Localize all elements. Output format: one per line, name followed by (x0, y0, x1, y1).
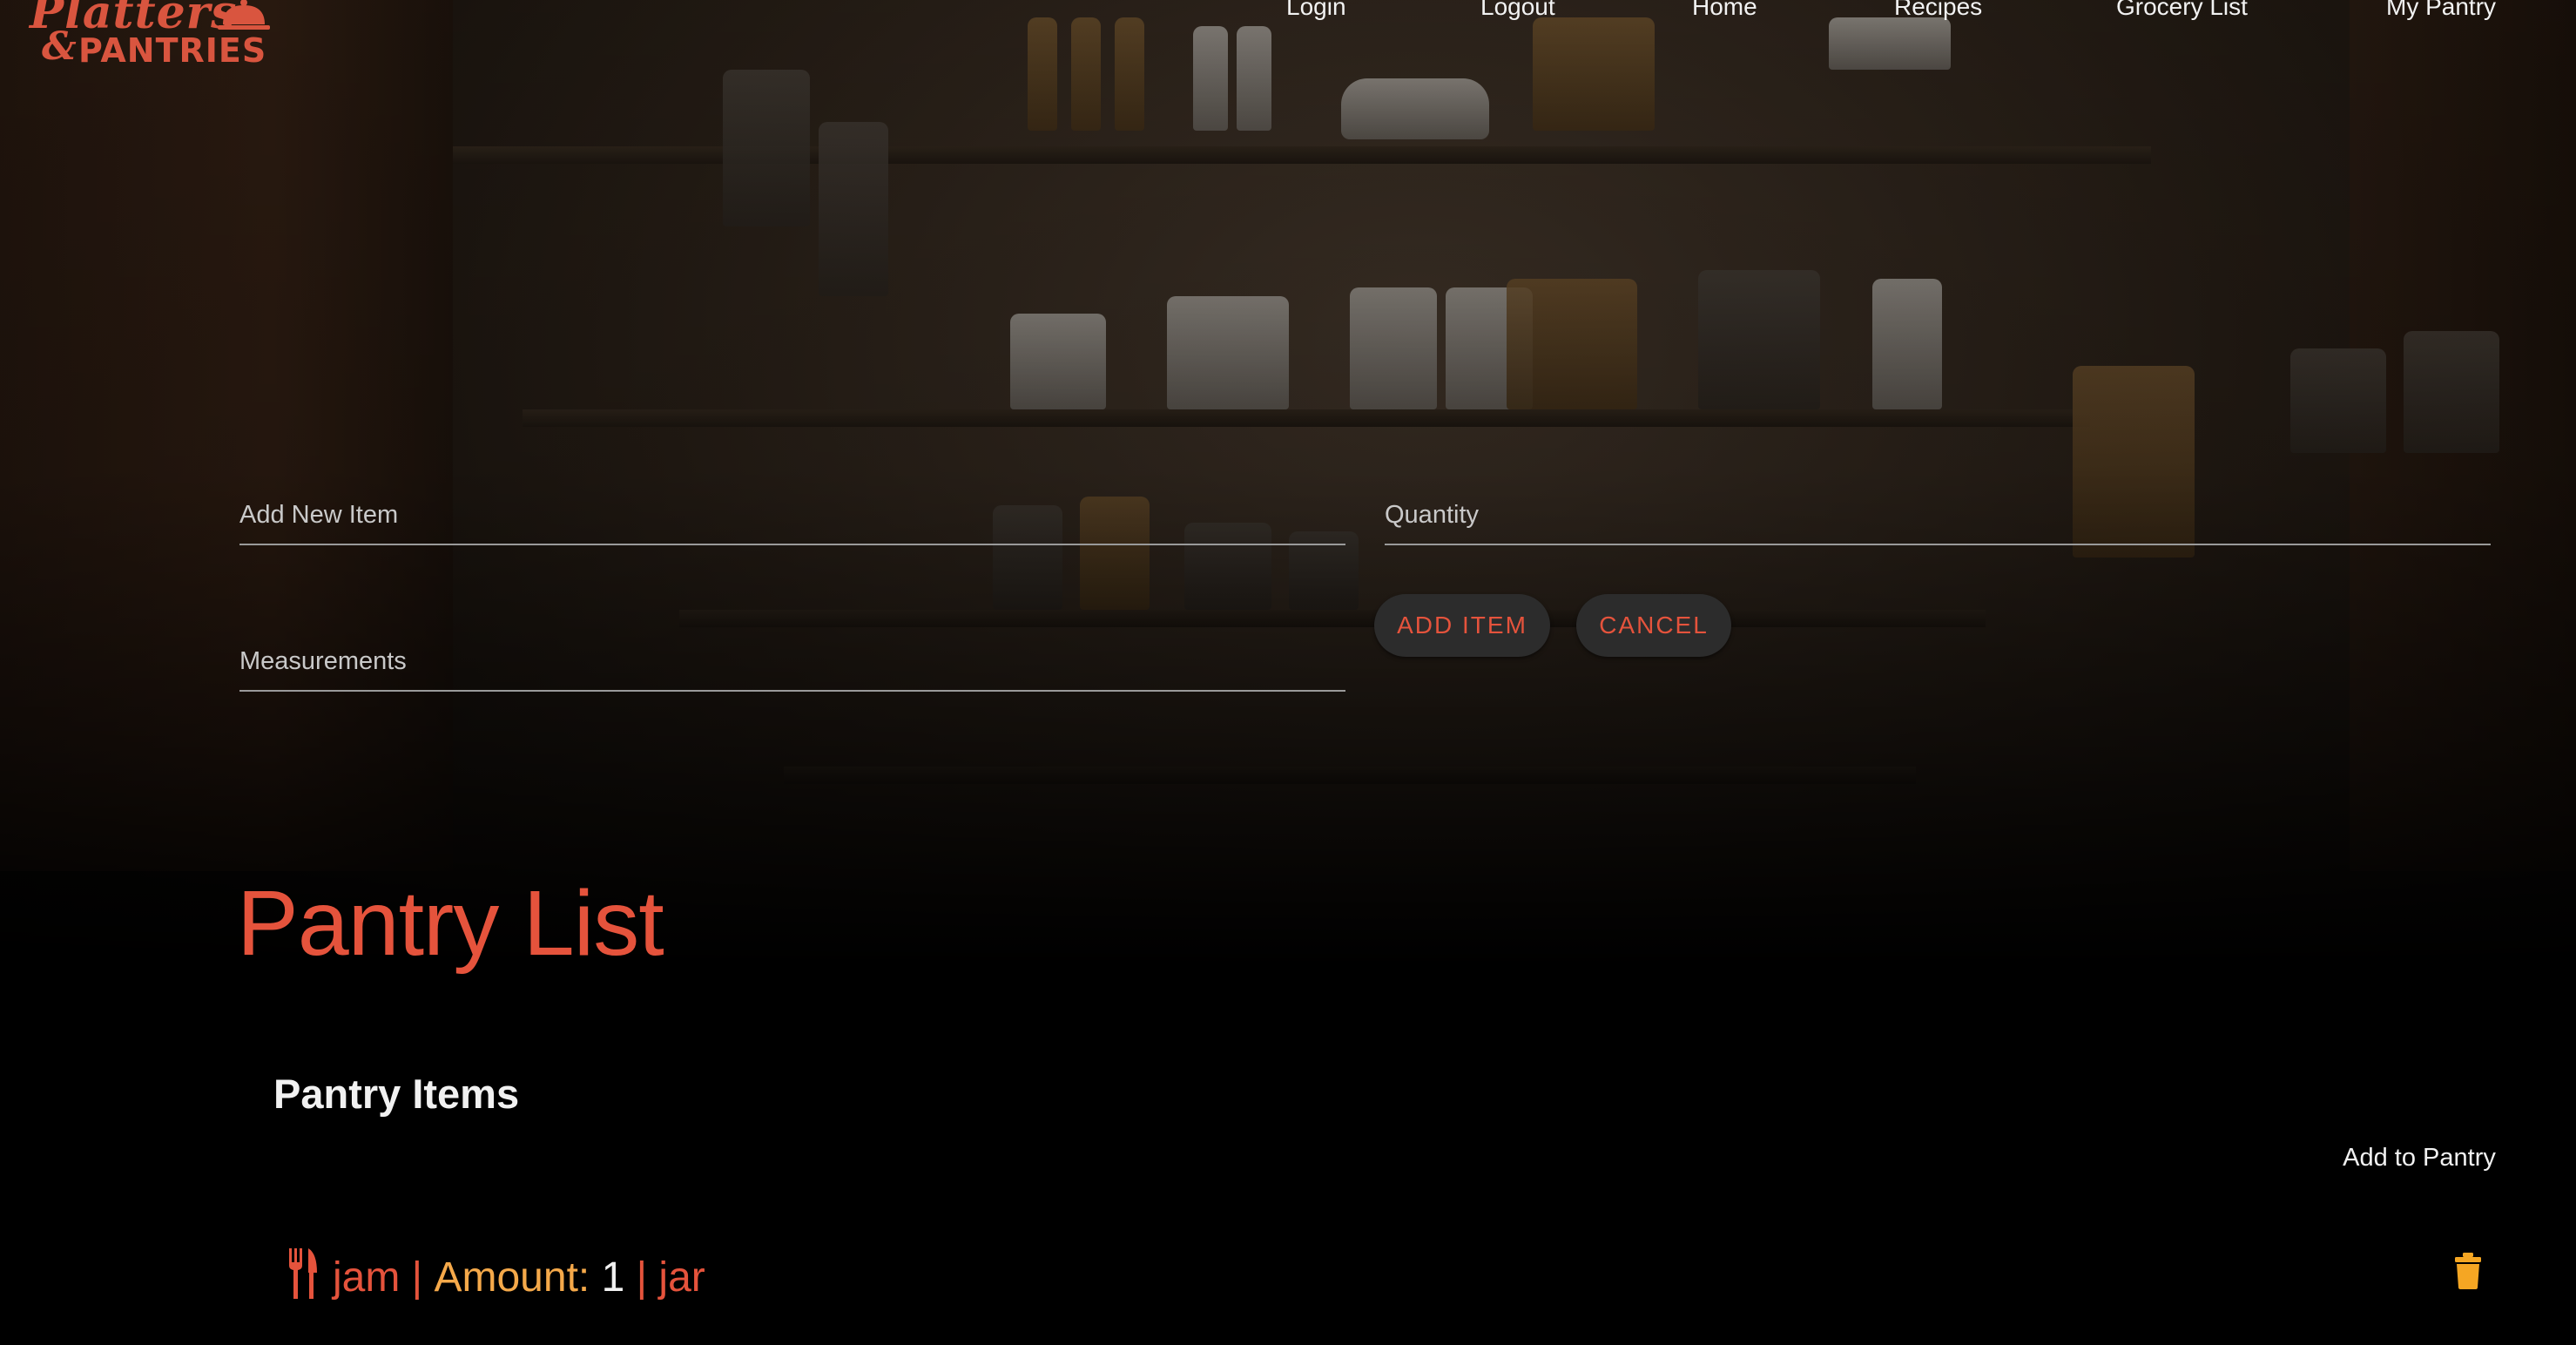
quantity-field (1385, 486, 2491, 545)
measurements-input[interactable] (239, 632, 1345, 690)
item-separator: | (624, 1254, 659, 1301)
quantity-input[interactable] (1385, 486, 2491, 544)
add-item-button[interactable]: Add Item (1374, 594, 1550, 657)
pantry-list-item: jam | Amount: 1 | jar (287, 1246, 705, 1308)
utensils-icon (289, 1248, 317, 1299)
item-name: jam (333, 1254, 401, 1301)
item-amount: 1 (601, 1254, 625, 1301)
pantry-list-title: Pantry List (237, 872, 664, 975)
item-unit: jar (658, 1254, 705, 1301)
new-item-input[interactable] (239, 486, 1345, 544)
item-separator: | (400, 1254, 435, 1301)
pantry-items-subtitle: Pantry Items (273, 1071, 520, 1117)
amount-label: Amount: (434, 1254, 602, 1301)
measurements-field (239, 632, 1345, 692)
new-item-field (239, 486, 1345, 545)
add-pantry-item-form: Add Item Cancel (0, 0, 2576, 784)
add-to-pantry-column-header: Add to Pantry (2343, 1144, 2496, 1172)
cancel-button[interactable]: Cancel (1576, 594, 1731, 657)
trash-icon[interactable] (2454, 1253, 2482, 1289)
